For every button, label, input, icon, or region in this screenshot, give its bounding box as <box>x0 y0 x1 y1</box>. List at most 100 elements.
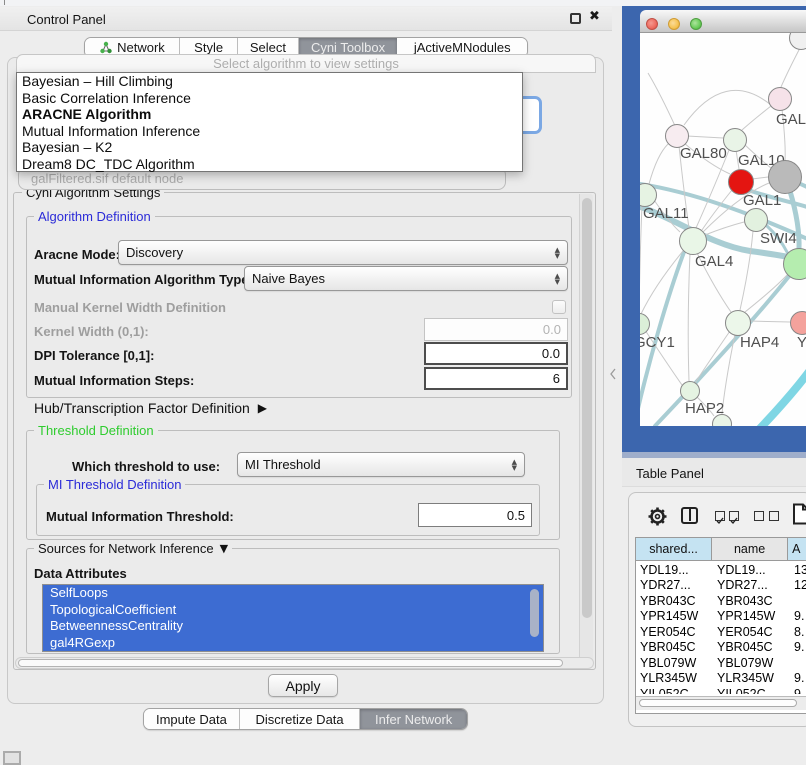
list-item[interactable]: gal4RGexp <box>43 635 543 652</box>
tab-infer-label: Infer Network <box>375 712 452 727</box>
algorithm-select-combo[interactable]: Select algorithm to view settings <box>16 54 596 73</box>
tab-infer-network[interactable]: Infer Network <box>360 709 467 729</box>
table-row[interactable]: YBR045CYBR045C9. <box>636 640 806 656</box>
algorithm-combo-placeholder: Select algorithm to view settings <box>213 56 399 71</box>
float-icon[interactable] <box>570 13 581 24</box>
deselect-checkbox-icon[interactable] <box>754 511 764 521</box>
data-attributes-list: SelfLoops TopologicalCoefficient Between… <box>42 584 544 652</box>
column-header-name[interactable]: name <box>712 538 788 560</box>
manual-kernel-checkbox[interactable] <box>552 300 566 314</box>
close-traffic-light[interactable] <box>646 18 658 30</box>
aracne-mode-combo[interactable]: Discovery ▲▼ <box>118 240 568 265</box>
network-node[interactable] <box>783 248 806 280</box>
network-node-label: GAL11 <box>643 205 689 222</box>
popup-item[interactable]: Bayesian – K2 <box>17 139 522 156</box>
minimize-traffic-light[interactable] <box>668 18 680 30</box>
network-node[interactable] <box>789 33 806 50</box>
hub-expander[interactable]: Hub/Transcription Factor Definition ▶ <box>34 400 267 416</box>
sources-group-title[interactable]: Sources for Network Inference ▼ <box>34 541 232 556</box>
mi-threshold-input[interactable]: 0.5 <box>418 503 532 527</box>
popup-item[interactable]: Bayesian – Hill Climbing <box>17 73 522 90</box>
mi-threshold-label: Mutual Information Threshold: <box>46 509 234 524</box>
tab-impute-data[interactable]: Impute Data <box>144 709 240 729</box>
splitter-handle[interactable] <box>609 368 617 380</box>
popup-item-selected[interactable]: ARACNE Algorithm <box>17 106 522 123</box>
zoom-traffic-light[interactable] <box>690 18 702 30</box>
tab-jactivemnodules-label: jActiveMNodules <box>414 40 511 55</box>
settings-vscrollbar[interactable] <box>579 194 593 666</box>
mi-type-combo[interactable]: Naive Bayes ▲▼ <box>244 266 568 291</box>
which-threshold-combo[interactable]: MI Threshold ▲▼ <box>237 452 525 477</box>
table-cell: YBR043C <box>713 594 790 608</box>
list-item[interactable]: TopologicalCoefficient <box>43 602 543 619</box>
table-hscrollbar-thumb[interactable] <box>639 699 797 707</box>
popup-item[interactable]: Dream8 DC_TDC Algorithm <box>17 156 522 173</box>
popup-item[interactable]: Basic Correlation Inference <box>17 90 522 107</box>
table-body: YDL19...YDL19...13YDR27...YDR27...12YBR0… <box>636 562 806 694</box>
new-document-icon[interactable] <box>792 503 806 525</box>
column-header-partial[interactable]: A <box>788 538 806 560</box>
network-node[interactable] <box>640 183 657 207</box>
tab-style-label: Style <box>194 40 223 55</box>
network-node[interactable] <box>768 87 792 111</box>
manual-kernel-label: Manual Kernel Width Definition <box>34 300 226 315</box>
network-node[interactable] <box>723 128 747 152</box>
network-node[interactable] <box>744 208 768 232</box>
list-vscrollbar-thumb[interactable] <box>530 589 539 637</box>
tab-discretize-label: Discretize Data <box>256 712 344 727</box>
table-row[interactable]: YER054CYER054C8. <box>636 624 806 640</box>
table-row[interactable]: YDR27...YDR27...12 <box>636 578 806 594</box>
network-node[interactable] <box>725 310 751 336</box>
table-row[interactable]: YPR145WYPR145W9. <box>636 609 806 625</box>
gear-icon[interactable] <box>647 506 668 527</box>
select-all-checkbox-icon2[interactable] <box>729 511 739 521</box>
network-node[interactable] <box>679 227 707 255</box>
table-row[interactable]: YBL079WYBL079W <box>636 655 806 671</box>
tab-discretize-data[interactable]: Discretize Data <box>240 709 361 729</box>
apply-button-label: Apply <box>285 678 320 694</box>
apply-button[interactable]: Apply <box>268 674 338 697</box>
table-cell: YBR045C <box>713 640 790 654</box>
kernel-width-input[interactable]: 0.0 <box>424 318 568 341</box>
network-node[interactable] <box>680 381 700 401</box>
split-columns-divider <box>689 509 692 521</box>
mi-steps-input[interactable]: 6 <box>424 367 568 390</box>
network-canvas[interactable]: GALGAL80GAL10GAL1GAL11SWI4GAL4GCY1HAP4YH… <box>640 33 806 426</box>
network-window-titlebar[interactable] <box>640 10 806 33</box>
deselect-checkbox-icon2[interactable] <box>769 511 779 521</box>
split-columns-icon[interactable] <box>681 507 698 524</box>
column-header-shared-name[interactable]: shared... <box>636 538 712 560</box>
mi-steps-label: Mutual Information Steps: <box>34 373 194 388</box>
tab-impute-label: Impute Data <box>156 712 227 727</box>
network-node-label: GAL1 <box>743 192 781 209</box>
select-all-checkbox-icon[interactable] <box>715 511 725 521</box>
network-node-label: GAL4 <box>695 253 733 270</box>
network-node-label: GAL <box>776 111 806 128</box>
expander-down-icon: ▼ <box>220 542 228 555</box>
list-item[interactable]: BetweennessCentrality <box>43 618 543 635</box>
network-node[interactable] <box>790 311 806 335</box>
stepper-icon: ▲▼ <box>555 273 560 285</box>
control-panel-header: Control Panel ✖ <box>0 7 612 31</box>
list-item[interactable]: SelfLoops <box>43 585 543 602</box>
bottom-grip[interactable] <box>3 751 21 765</box>
tab-cyni-toolbox-label: Cyni Toolbox <box>311 40 385 55</box>
network-node[interactable] <box>768 160 802 194</box>
settings-vscrollbar-thumb[interactable] <box>582 198 592 618</box>
table-cell: YDL19... <box>636 563 713 577</box>
table-row[interactable]: YLR345WYLR345W9. <box>636 671 806 687</box>
table-row[interactable]: YBR043CYBR043C <box>636 593 806 609</box>
popup-item[interactable]: Mutual Information Inference <box>17 123 522 140</box>
kernel-width-value: 0.0 <box>543 322 561 337</box>
data-attributes-label: Data Attributes <box>34 566 127 581</box>
network-node[interactable] <box>712 414 732 426</box>
dpi-tolerance-input[interactable]: 0.0 <box>424 342 568 365</box>
table-cell: YPR145W <box>713 609 790 623</box>
table-hscrollbar[interactable] <box>636 696 806 710</box>
table-row[interactable]: YIL052CYIL052C9 <box>636 686 806 694</box>
close-icon[interactable]: ✖ <box>589 9 600 24</box>
network-node[interactable] <box>640 313 650 335</box>
settings-hscrollbar-thumb[interactable] <box>18 659 563 667</box>
table-row[interactable]: YDL19...YDL19...13 <box>636 562 806 578</box>
settings-hscrollbar[interactable] <box>15 657 594 669</box>
